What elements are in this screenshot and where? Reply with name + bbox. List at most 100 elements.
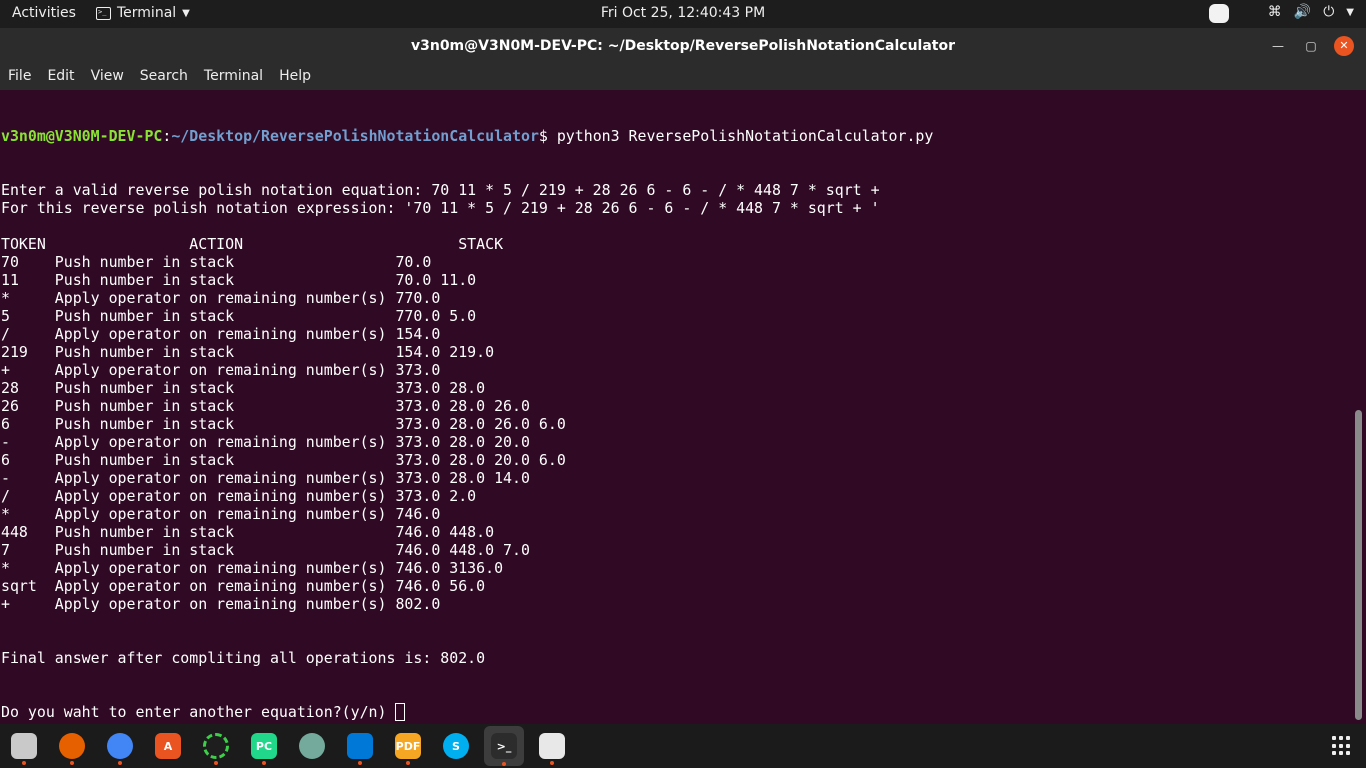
dock-chatgpt[interactable] xyxy=(295,729,329,763)
output-line-text: - Apply operator on remaining number(s) … xyxy=(1,469,530,487)
menu-view[interactable]: View xyxy=(91,68,124,90)
output-line: * Apply operator on remaining number(s) … xyxy=(1,559,933,577)
dock-firefox[interactable] xyxy=(55,729,89,765)
scrollbar[interactable] xyxy=(1355,410,1362,720)
menu-bar: File Edit View Search Terminal Help xyxy=(0,64,1366,90)
output-line-text: 11 Push number in stack 70.0 11.0 xyxy=(1,271,477,289)
output-line: 219 Push number in stack 154.0 219.0 xyxy=(1,343,933,361)
output-line: / Apply operator on remaining number(s) … xyxy=(1,487,933,505)
dock-vscode[interactable] xyxy=(343,729,377,765)
firefox-icon xyxy=(59,733,85,759)
minimize-button[interactable]: — xyxy=(1268,36,1288,56)
text-editor-icon xyxy=(539,733,565,759)
output-line: * Apply operator on remaining number(s) … xyxy=(1,505,933,523)
window-title-bar[interactable]: v3n0m@V3N0M-DEV-PC: ~/Desktop/ReversePol… xyxy=(0,28,1366,64)
output-line: 5 Push number in stack 770.0 5.0 xyxy=(1,307,933,325)
close-button[interactable]: ✕ xyxy=(1334,36,1354,56)
menu-help[interactable]: Help xyxy=(279,68,311,90)
volume-icon: 🔊 xyxy=(1293,4,1312,20)
dock-chrome[interactable] xyxy=(103,729,137,765)
dock-files[interactable] xyxy=(7,729,41,765)
command-text: $ python3 ReversePolishNotationCalculato… xyxy=(538,127,934,145)
output-line: 28 Push number in stack 373.0 28.0 xyxy=(1,379,933,397)
terminal-icon: >_ xyxy=(96,6,111,20)
dock-pycharm[interactable]: PC xyxy=(247,729,281,765)
software-icon: A xyxy=(155,733,181,759)
menu-terminal[interactable]: Terminal xyxy=(204,68,263,90)
dock-software[interactable]: A xyxy=(151,729,185,763)
output-line-text: 5 Push number in stack 770.0 5.0 xyxy=(1,307,477,325)
output-line: sqrt Apply operator on remaining number(… xyxy=(1,577,933,595)
loader-icon xyxy=(203,733,229,759)
running-indicator xyxy=(502,762,506,766)
dock-terminal[interactable]: >_ xyxy=(484,726,524,766)
pycharm-icon: PC xyxy=(251,733,277,759)
window-title: v3n0m@V3N0M-DEV-PC: ~/Desktop/ReversePol… xyxy=(410,38,955,54)
running-indicator xyxy=(70,761,74,765)
output-line-text: * Apply operator on remaining number(s) … xyxy=(1,559,504,577)
output-line: 448 Push number in stack 746.0 448.0 xyxy=(1,523,933,541)
output-line-text: 6 Push number in stack 373.0 28.0 20.0 6… xyxy=(1,451,566,469)
system-tray[interactable]: ⌘ 🔊 ⏻ ▼ xyxy=(1268,4,1354,20)
output-line: / Apply operator on remaining number(s) … xyxy=(1,325,933,343)
dock-pdf[interactable]: PDF xyxy=(391,729,425,765)
terminal-icon: >_ xyxy=(491,733,517,759)
output-line-text: / Apply operator on remaining number(s) … xyxy=(1,487,477,505)
activities-button[interactable]: Activities xyxy=(12,5,76,21)
output-line-text: + Apply operator on remaining number(s) … xyxy=(1,595,441,613)
app-menu-label: Terminal xyxy=(117,5,177,21)
output-line: + Apply operator on remaining number(s) … xyxy=(1,361,933,379)
running-indicator xyxy=(262,761,266,765)
output-line: 6 Push number in stack 373.0 28.0 26.0 6… xyxy=(1,415,933,433)
network-icon: ⌘ xyxy=(1267,4,1282,20)
maximize-button[interactable]: ▢ xyxy=(1301,36,1321,56)
output-line-text: TOKEN ACTION STACK xyxy=(1,235,504,253)
dock-skype[interactable]: S xyxy=(439,729,473,763)
top-bar: Activities >_ Terminal ▼ Fri Oct 25, 12:… xyxy=(0,0,1366,28)
running-indicator xyxy=(406,761,410,765)
prompt-user: v3n0m@V3N0M-DEV-PC xyxy=(1,127,163,145)
status-indicator-icon[interactable] xyxy=(1209,4,1229,23)
clock[interactable]: Fri Oct 25, 12:40:43 PM xyxy=(601,5,765,21)
running-indicator xyxy=(214,761,218,765)
running-indicator xyxy=(358,761,362,765)
output-line: - Apply operator on remaining number(s) … xyxy=(1,433,933,451)
output-line-text: Do you waht to enter another equation?(y… xyxy=(1,703,396,721)
dock-loader[interactable] xyxy=(199,729,233,765)
terminal-output[interactable]: v3n0m@V3N0M-DEV-PC:~/Desktop/ReversePoli… xyxy=(0,90,1366,724)
output-line-text: - Apply operator on remaining number(s) … xyxy=(1,433,530,451)
chevron-down-icon: ▼ xyxy=(182,7,190,19)
show-applications-icon[interactable] xyxy=(1332,736,1352,756)
running-indicator xyxy=(118,761,122,765)
chrome-icon xyxy=(107,733,133,759)
output-line: 7 Push number in stack 746.0 448.0 7.0 xyxy=(1,541,933,559)
power-icon: ⏻ xyxy=(1323,4,1335,20)
menu-file[interactable]: File xyxy=(8,68,31,90)
output-line-text: 7 Push number in stack 746.0 448.0 7.0 xyxy=(1,541,530,559)
app-menu[interactable]: >_ Terminal ▼ xyxy=(96,5,190,21)
output-line: 11 Push number in stack 70.0 11.0 xyxy=(1,271,933,289)
output-line: - Apply operator on remaining number(s) … xyxy=(1,469,933,487)
running-indicator xyxy=(22,761,26,765)
output-line-text: / Apply operator on remaining number(s) … xyxy=(1,325,441,343)
output-line: 26 Push number in stack 373.0 28.0 26.0 xyxy=(1,397,933,415)
dock-text-editor[interactable] xyxy=(535,729,569,765)
prompt-path: ~/Desktop/ReversePolishNotationCalculato… xyxy=(171,127,539,145)
output-line-text: sqrt Apply operator on remaining number(… xyxy=(1,577,486,595)
text-cursor xyxy=(395,703,406,721)
output-line: Final answer after compliting all operat… xyxy=(1,649,933,667)
menu-search[interactable]: Search xyxy=(140,68,188,90)
output-line-text: Final answer after compliting all operat… xyxy=(1,649,486,667)
output-line: 70 Push number in stack 70.0 xyxy=(1,253,933,271)
files-icon xyxy=(11,733,37,759)
output-line: Do you waht to enter another equation?(y… xyxy=(1,703,933,721)
output-line: + Apply operator on remaining number(s) … xyxy=(1,595,933,613)
chatgpt-icon xyxy=(299,733,325,759)
output-line: TOKEN ACTION STACK xyxy=(1,235,933,253)
output-line-text: Enter a valid reverse polish notation eq… xyxy=(1,181,880,199)
menu-edit[interactable]: Edit xyxy=(47,68,74,90)
dock: A PC PDF S >_ xyxy=(0,724,1366,768)
